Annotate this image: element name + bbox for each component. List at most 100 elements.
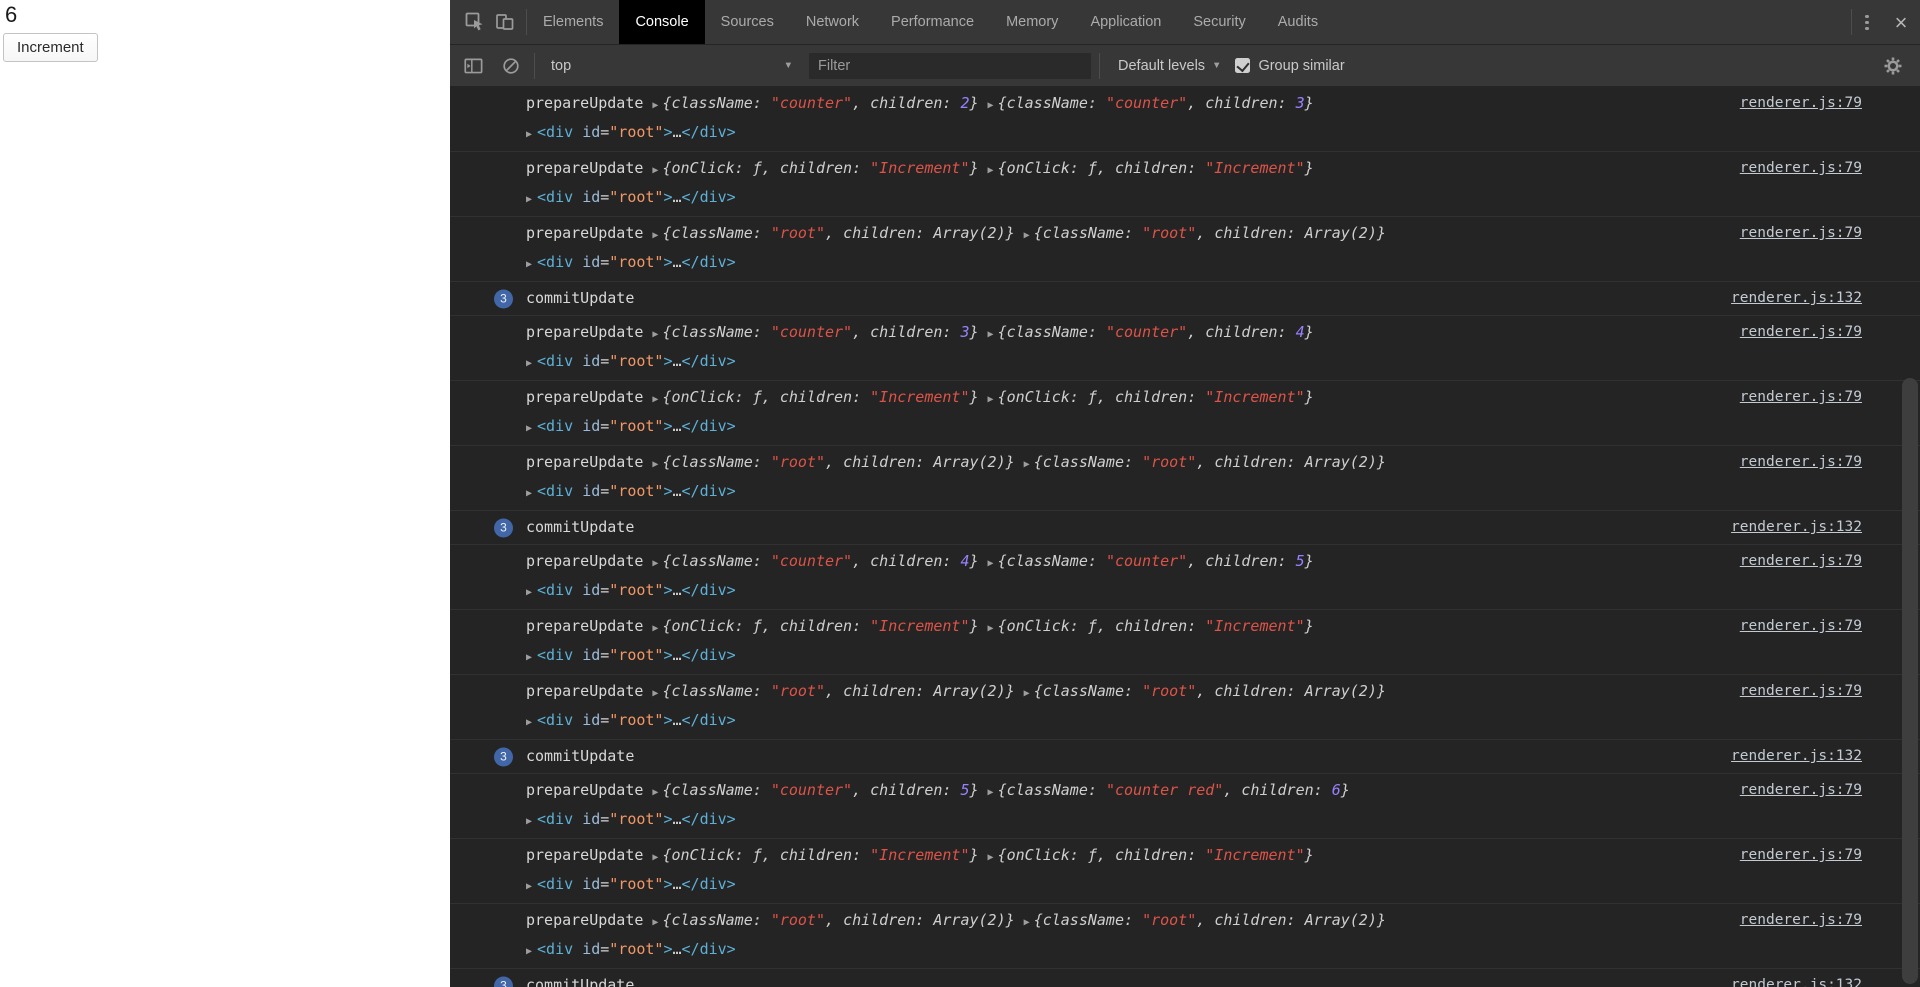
source-link[interactable]: renderer.js:79 xyxy=(1740,90,1862,117)
expand-arrow-icon[interactable]: ▶ xyxy=(652,222,658,249)
expand-arrow-icon[interactable]: ▶ xyxy=(652,451,658,478)
close-icon[interactable]: × xyxy=(1882,0,1920,45)
expand-arrow-icon[interactable]: ▶ xyxy=(526,480,532,507)
dom-node-preview: <div id="root">…</div> xyxy=(537,581,736,599)
source-link[interactable]: renderer.js:79 xyxy=(1740,907,1862,934)
expand-arrow-icon[interactable]: ▶ xyxy=(526,808,532,835)
inspect-icon[interactable] xyxy=(460,0,490,45)
log-levels-dropdown[interactable]: Default levels ▼ xyxy=(1108,58,1227,74)
console-message-line: renderer.js:79prepareUpdate▶{className: … xyxy=(526,449,1862,478)
string-value: "counter" xyxy=(771,781,852,799)
expand-arrow-icon[interactable]: ▶ xyxy=(988,321,994,348)
attribute-name: id xyxy=(582,711,600,729)
context-selector[interactable]: top ▼ xyxy=(543,58,801,74)
string-value: "Increment" xyxy=(1205,159,1304,177)
expand-arrow-icon[interactable]: ▶ xyxy=(652,844,658,871)
increment-button[interactable]: Increment xyxy=(3,33,98,62)
string-value: "counter" xyxy=(771,323,852,341)
object-preview: {onClick: ƒ, children: "Increment"} xyxy=(662,617,978,635)
expand-arrow-icon[interactable]: ▶ xyxy=(526,873,532,900)
console-entry-prepare: renderer.js:79prepareUpdate▶{onClick: ƒ,… xyxy=(450,151,1920,216)
expand-arrow-icon[interactable]: ▶ xyxy=(1024,680,1030,707)
console-dom-line: ▶<div id="root">…</div> xyxy=(526,184,1862,213)
expand-arrow-icon[interactable]: ▶ xyxy=(988,844,994,871)
filter-input[interactable] xyxy=(809,53,1091,79)
expand-arrow-icon[interactable]: ▶ xyxy=(526,350,532,377)
tab-application[interactable]: Application xyxy=(1074,0,1177,44)
expand-arrow-icon[interactable]: ▶ xyxy=(526,709,532,736)
tab-security[interactable]: Security xyxy=(1177,0,1261,44)
console-message-line: renderer.js:1323commitUpdate xyxy=(526,285,1862,312)
tab-sources[interactable]: Sources xyxy=(705,0,790,44)
scrollbar-track[interactable] xyxy=(1900,378,1920,987)
expand-arrow-icon[interactable]: ▶ xyxy=(526,938,532,965)
expand-arrow-icon[interactable]: ▶ xyxy=(988,92,994,119)
expand-arrow-icon[interactable]: ▶ xyxy=(1024,909,1030,936)
ellipsis: … xyxy=(673,188,682,206)
console-sidebar-icon[interactable] xyxy=(458,45,488,87)
clear-console-icon[interactable] xyxy=(496,45,526,87)
expand-arrow-icon[interactable]: ▶ xyxy=(652,680,658,707)
tag-name: > xyxy=(663,253,672,271)
tab-network[interactable]: Network xyxy=(790,0,875,44)
source-link[interactable]: renderer.js:79 xyxy=(1740,613,1862,640)
expand-arrow-icon[interactable]: ▶ xyxy=(526,251,532,278)
expand-arrow-icon[interactable]: ▶ xyxy=(526,579,532,606)
expand-arrow-icon[interactable]: ▶ xyxy=(652,321,658,348)
expand-arrow-icon[interactable]: ▶ xyxy=(988,157,994,184)
expand-arrow-icon[interactable]: ▶ xyxy=(1024,222,1030,249)
expand-arrow-icon[interactable]: ▶ xyxy=(652,909,658,936)
console-method-label: prepareUpdate xyxy=(526,911,643,929)
source-link[interactable]: renderer.js:132 xyxy=(1731,972,1862,987)
source-link[interactable]: renderer.js:132 xyxy=(1731,514,1862,541)
console-message-line: renderer.js:79prepareUpdate▶{className: … xyxy=(526,220,1862,249)
source-link[interactable]: renderer.js:79 xyxy=(1740,155,1862,182)
source-link[interactable]: renderer.js:79 xyxy=(1740,384,1862,411)
scrollbar-thumb[interactable] xyxy=(1902,378,1918,984)
attribute-value: "root" xyxy=(609,253,663,271)
expand-arrow-icon[interactable]: ▶ xyxy=(526,415,532,442)
expand-arrow-icon[interactable]: ▶ xyxy=(988,615,994,642)
log-levels-label: Default levels xyxy=(1118,58,1205,74)
expand-arrow-icon[interactable]: ▶ xyxy=(526,186,532,213)
attribute-value: "root" xyxy=(609,581,663,599)
group-similar-checkbox[interactable] xyxy=(1235,58,1250,73)
expand-arrow-icon[interactable]: ▶ xyxy=(652,157,658,184)
source-link[interactable]: renderer.js:79 xyxy=(1740,449,1862,476)
expand-arrow-icon[interactable]: ▶ xyxy=(652,615,658,642)
tag-name: <div xyxy=(537,482,582,500)
attribute-name: id xyxy=(582,581,600,599)
expand-arrow-icon[interactable]: ▶ xyxy=(652,779,658,806)
expand-arrow-icon[interactable]: ▶ xyxy=(652,92,658,119)
expand-arrow-icon[interactable]: ▶ xyxy=(652,386,658,413)
string-value: "counter" xyxy=(771,94,852,112)
dom-node-preview: <div id="root">…</div> xyxy=(537,711,736,729)
expand-arrow-icon[interactable]: ▶ xyxy=(988,386,994,413)
expand-arrow-icon[interactable]: ▶ xyxy=(988,550,994,577)
source-link[interactable]: renderer.js:132 xyxy=(1731,285,1862,312)
expand-arrow-icon[interactable]: ▶ xyxy=(988,779,994,806)
tag-name: </div> xyxy=(682,646,736,664)
source-link[interactable]: renderer.js:132 xyxy=(1731,743,1862,770)
console-entry-prepare: renderer.js:79prepareUpdate▶{onClick: ƒ,… xyxy=(450,380,1920,445)
tab-console[interactable]: Console xyxy=(619,0,704,44)
tab-audits[interactable]: Audits xyxy=(1262,0,1334,44)
expand-arrow-icon[interactable]: ▶ xyxy=(526,121,532,148)
source-link[interactable]: renderer.js:79 xyxy=(1740,548,1862,575)
source-link[interactable]: renderer.js:79 xyxy=(1740,319,1862,346)
tab-performance[interactable]: Performance xyxy=(875,0,990,44)
expand-arrow-icon[interactable]: ▶ xyxy=(1024,451,1030,478)
tab-memory[interactable]: Memory xyxy=(990,0,1074,44)
source-link[interactable]: renderer.js:79 xyxy=(1740,220,1862,247)
expand-arrow-icon[interactable]: ▶ xyxy=(526,644,532,671)
source-link[interactable]: renderer.js:79 xyxy=(1740,777,1862,804)
source-link[interactable]: renderer.js:79 xyxy=(1740,678,1862,705)
expand-arrow-icon[interactable]: ▶ xyxy=(652,550,658,577)
more-menu-icon[interactable] xyxy=(1852,0,1882,45)
device-toolbar-icon[interactable] xyxy=(490,0,520,45)
source-link[interactable]: renderer.js:79 xyxy=(1740,842,1862,869)
settings-gear-icon[interactable] xyxy=(1878,45,1908,87)
console-entry-prepare: renderer.js:79prepareUpdate▶{className: … xyxy=(450,903,1920,968)
tab-elements[interactable]: Elements xyxy=(527,0,619,44)
number-value: 5 xyxy=(1296,552,1305,570)
